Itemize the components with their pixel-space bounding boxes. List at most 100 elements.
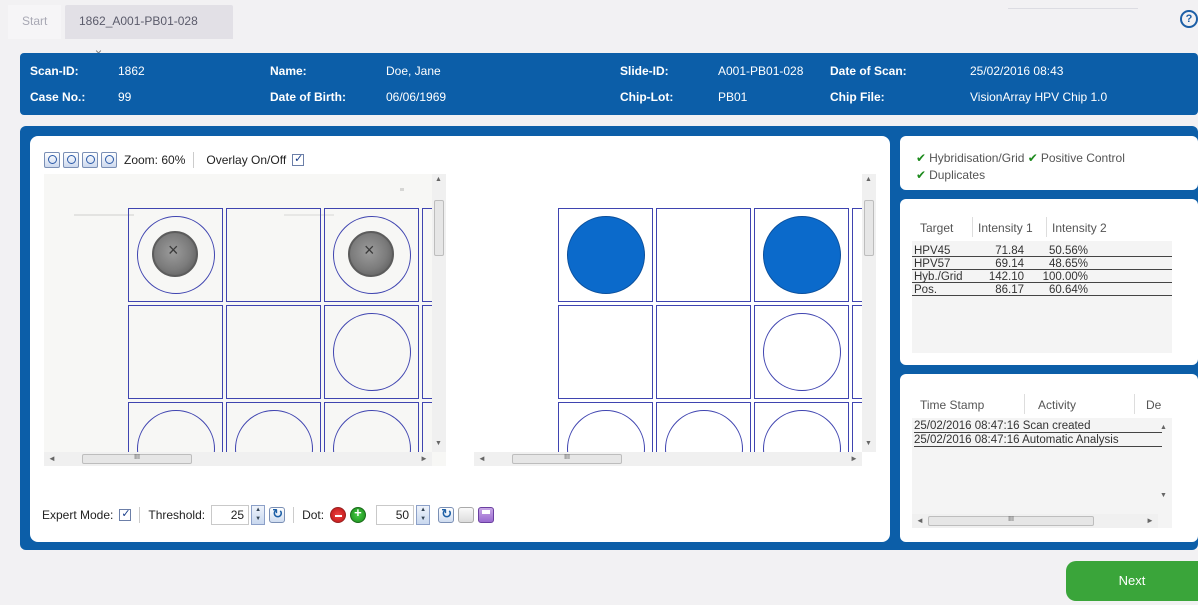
cell-intensity1: 69.14 [995,258,1024,270]
column-header-intensity2[interactable]: Intensity 2 [1052,221,1107,235]
scroll-right-icon[interactable]: ► [850,454,858,463]
slide-id-value: A001-PB01-028 [718,64,804,78]
cell-target: HPV57 [914,258,951,270]
divider [139,507,141,523]
add-dot-icon[interactable] [350,505,367,523]
chip-lot-label: Chip-Lot: [620,90,674,104]
zoom-reset-icon[interactable] [101,152,117,168]
overlay-label: Overlay On/Off [206,153,287,167]
scroll-thumb[interactable]: III [928,516,1094,526]
detected-spot[interactable] [152,231,198,277]
scroll-down-icon[interactable]: ▼ [865,440,872,447]
cell-intensity2: 50.56% [1048,245,1088,257]
chip-file-value: VisionArray HPV Chip 1.0 [970,90,1108,104]
log-row[interactable]: 25/02/2016 08:47:16 Scan created [914,420,1162,433]
zoom-fit-icon[interactable] [82,152,98,168]
detected-spot[interactable] [348,231,394,277]
vertical-scrollbar[interactable]: ▲ ▼ [432,174,446,452]
cell-intensity2: 48.65% [1048,258,1088,270]
image-viewer-panel: Zoom: 60% Overlay On/Off ▲ ▼ [30,136,890,542]
undo-icon[interactable] [438,506,455,523]
results-panel: Target Intensity 1 Intensity 2 HPV45 71.… [900,199,1198,365]
check-icon: ✔ [916,168,927,182]
case-no-label: Case No.: [30,90,86,104]
threshold-label: Threshold: [148,508,206,522]
check-icon: ✔ [916,151,927,165]
tab-scan[interactable]: 1862_A001-PB01-028 × [65,5,233,60]
threshold-stepper[interactable]: ▲ ▼ [251,505,266,525]
divider [1046,217,1047,237]
scan-image-viewport[interactable]: ▲ ▼ ◄ III ► [44,174,446,466]
results-table-header: Target Intensity 1 Intensity 2 [912,213,1172,241]
scroll-left-icon[interactable]: ◄ [478,454,486,463]
comment-icon[interactable] [458,507,475,523]
case-no-value: 99 [118,90,132,104]
spot-ring [333,313,411,391]
scroll-thumb[interactable] [434,200,444,256]
name-label: Name: [270,64,307,78]
dot-size-input[interactable]: 50 [376,505,415,525]
column-header-timestamp[interactable]: Time Stamp [920,398,984,412]
scroll-up-icon[interactable]: ▲ [1160,424,1167,431]
horizontal-scrollbar[interactable]: ◄ III ► [474,452,862,466]
activity-log-table: Time Stamp Activity De 25/02/2016 08:47:… [912,388,1172,528]
date-of-scan-label: Date of Scan: [830,64,907,78]
save-icon[interactable] [478,507,495,523]
next-button[interactable]: Next [1066,561,1198,601]
scroll-right-icon[interactable]: ► [1146,516,1154,525]
zoom-out-icon[interactable] [63,152,79,168]
positive-spot[interactable] [763,216,841,294]
vertical-scrollbar[interactable]: ▲ ▼ [862,174,876,452]
overlay-checkbox[interactable] [292,152,305,166]
name-value: Doe, Jane [386,64,441,78]
dob-value: 06/06/1969 [386,90,447,104]
dot-size-stepper[interactable]: ▲ ▼ [416,505,431,525]
spot-ring [763,313,841,391]
horizontal-scrollbar[interactable]: ◄ III ► [44,452,432,466]
threshold-input[interactable]: 25 [211,505,250,525]
table-row[interactable]: Hyb./Grid 142.10 100.00% [912,271,1172,283]
table-row[interactable]: Pos. 86.17 60.64% [912,284,1172,296]
table-row[interactable]: HPV57 69.14 48.65% [912,258,1172,270]
slide-id-label: Slide-ID: [620,64,669,78]
grid-cell [226,305,321,399]
scan-id-value: 1862 [118,64,145,78]
grid-cell [558,305,653,399]
column-header-target[interactable]: Target [920,221,953,235]
chip-file-label: Chip File: [830,90,885,104]
zoom-in-icon[interactable] [44,152,60,168]
scroll-down-icon[interactable]: ▼ [1160,492,1167,499]
tab-scan-label: 1862_A001-PB01-028 [79,14,198,28]
table-row[interactable]: HPV45 71.84 50.56% [912,245,1172,257]
threshold-apply-icon[interactable] [269,506,286,523]
scroll-left-icon[interactable]: ◄ [48,454,56,463]
chip-lot-value: PB01 [718,90,748,104]
scroll-right-icon[interactable]: ► [420,454,428,463]
expert-mode-checkbox[interactable] [119,507,132,521]
help-icon[interactable]: ? [1180,10,1198,28]
check-icon: ✔ [1027,151,1038,165]
positive-spot[interactable] [567,216,645,294]
scroll-left-icon[interactable]: ◄ [916,516,924,525]
scroll-up-icon[interactable]: ▲ [865,176,872,183]
log-table-header: Time Stamp Activity De [912,388,1172,418]
column-header-details[interactable]: De [1146,398,1161,412]
tab-start[interactable]: Start [8,5,62,39]
log-row[interactable]: 25/02/2016 08:47:16 Automatic Analysis [914,434,1162,447]
results-table: Target Intensity 1 Intensity 2 HPV45 71.… [912,213,1172,353]
qc-positive-control: Positive Control [1040,151,1125,165]
scroll-up-icon[interactable]: ▲ [435,176,442,183]
analysis-viewport[interactable]: ▲ ▼ ◄ III ► [474,174,876,466]
cell-target: HPV45 [914,245,951,257]
scroll-thumb[interactable]: III [512,454,622,464]
cell-target: Pos. [914,284,938,296]
remove-dot-icon[interactable] [330,507,347,523]
horizontal-scrollbar[interactable]: ◄ III ► [912,514,1158,528]
scroll-thumb[interactable] [864,200,874,256]
scroll-down-icon[interactable]: ▼ [435,440,442,447]
column-header-intensity1[interactable]: Intensity 1 [978,221,1033,235]
scroll-thumb[interactable]: III [82,454,192,464]
cell-target: Hyb./Grid [914,271,963,283]
column-header-activity[interactable]: Activity [1038,398,1076,412]
grid-cell [656,305,751,399]
